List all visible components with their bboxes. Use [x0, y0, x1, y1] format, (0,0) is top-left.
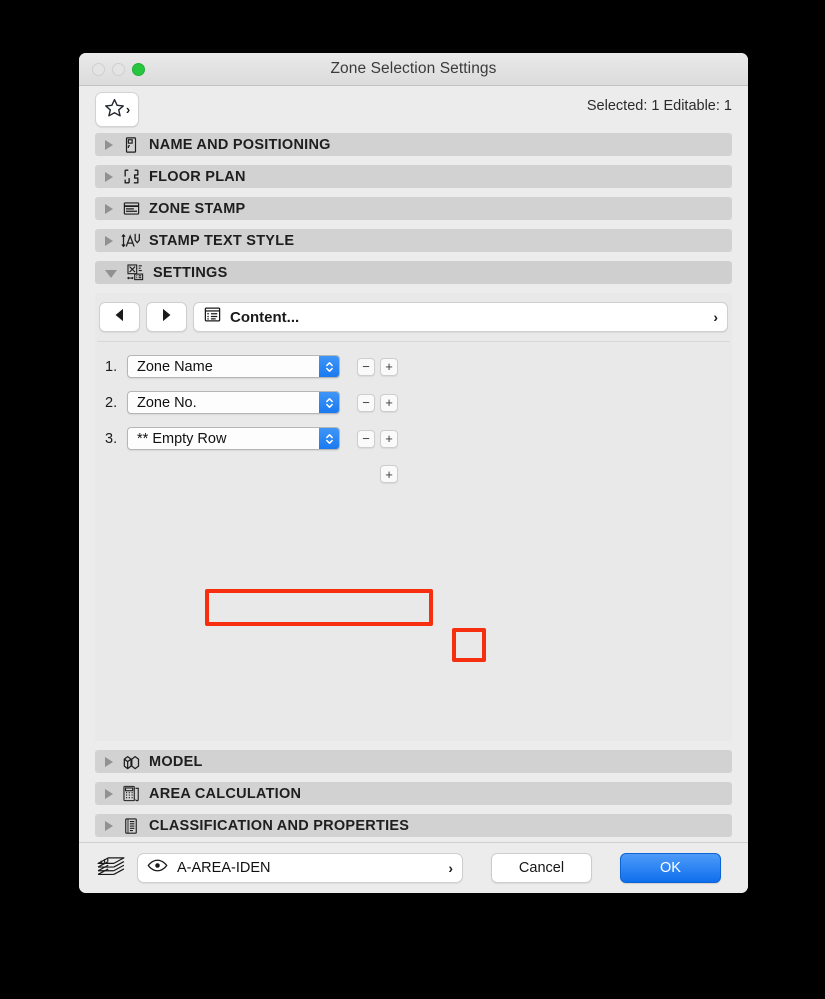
triangle-left-icon [114, 308, 125, 327]
selection-status: Selected: 1 Editable: 1 [586, 98, 732, 114]
divider [97, 341, 730, 342]
dropdown-value: Zone No. [137, 394, 197, 411]
chevron-right-icon[interactable] [105, 788, 113, 799]
chevron-updown-icon[interactable] [319, 428, 339, 449]
chevron-right-icon[interactable] [105, 756, 113, 767]
text-style-icon [121, 231, 141, 251]
section-classification-and-properties[interactable]: CLASSIFICATION AND PROPERTIES [95, 814, 732, 837]
section-label: CLASSIFICATION AND PROPERTIES [149, 817, 410, 834]
section-label: STAMP TEXT STYLE [149, 232, 295, 249]
favorites-button[interactable]: › [95, 92, 139, 127]
row-number: 3. [105, 430, 118, 447]
content-navigation-bar: Content... › [95, 302, 732, 332]
cancel-button[interactable]: Cancel [491, 853, 592, 883]
add-row-button[interactable]: + [380, 393, 398, 412]
section-label: NAME AND POSITIONING [149, 136, 331, 153]
layer-selector[interactable]: A-AREA-IDEN › [137, 853, 463, 883]
calculator-icon [121, 784, 141, 804]
add-new-row-area: + [95, 465, 732, 483]
section-area-calculation[interactable]: AREA CALCULATION [95, 782, 732, 805]
section-stamp-text-style[interactable]: STAMP TEXT STYLE [95, 229, 732, 252]
zone-stamp-icon [121, 199, 141, 219]
cube-model-icon [121, 752, 141, 772]
row-stepper-group: − + [357, 357, 398, 376]
content-field-dropdown-3[interactable]: ** Empty Row [127, 427, 340, 450]
chevron-right-icon[interactable] [105, 171, 113, 182]
floor-plan-icon [121, 167, 141, 187]
section-floor-plan[interactable]: FLOOR PLAN [95, 165, 732, 188]
section-model[interactable]: MODEL [95, 750, 732, 773]
chevron-updown-icon[interactable] [319, 356, 339, 377]
section-zone-stamp[interactable]: ZONE STAMP [95, 197, 732, 220]
door-panel-icon [121, 135, 141, 155]
document-list-icon [121, 816, 141, 836]
chevron-down-icon[interactable] [105, 270, 117, 278]
content-row: 3. ** Empty Row − + [95, 427, 732, 450]
next-page-button[interactable] [146, 302, 187, 332]
window-title: Zone Selection Settings [330, 60, 497, 77]
chevron-right-icon[interactable] [105, 820, 113, 831]
content-field-dropdown-2[interactable]: Zone No. [127, 391, 340, 414]
layers-stack-icon[interactable] [95, 855, 127, 881]
settings-content-pane: Content... › 1. Zone Name − + 2. Zone No… [95, 293, 732, 741]
row-number: 1. [105, 358, 118, 375]
content-field-dropdown-1[interactable]: Zone Name [127, 355, 340, 378]
chevron-right-icon[interactable]: › [713, 309, 718, 325]
remove-row-button[interactable]: − [357, 429, 375, 448]
section-name-and-positioning[interactable]: NAME AND POSITIONING [95, 133, 732, 156]
eye-icon[interactable] [147, 858, 168, 878]
section-label: ZONE STAMP [149, 200, 246, 217]
section-label: MODEL [149, 753, 203, 770]
chevron-updown-icon[interactable] [319, 392, 339, 413]
list-content-icon [203, 305, 222, 329]
favorites-chevron-icon: › [125, 102, 131, 117]
content-row: 1. Zone Name − + [95, 355, 732, 378]
ok-button[interactable]: OK [620, 853, 721, 883]
window-title-bar: Zone Selection Settings [79, 53, 748, 86]
row-stepper-group: − + [357, 393, 398, 412]
dialog-footer: A-AREA-IDEN › Cancel OK [79, 842, 748, 893]
layer-name: A-AREA-IDEN [177, 860, 271, 876]
chevron-right-icon[interactable]: › [448, 860, 453, 876]
dropdown-value: ** Empty Row [137, 430, 227, 447]
dialog-toolbar: › Selected: 1 Editable: 1 [79, 86, 748, 133]
remove-row-button[interactable]: − [357, 393, 375, 412]
add-row-button[interactable]: + [380, 429, 398, 448]
settings-body: NAME AND POSITIONING FLOOR PLAN ZONE STA… [79, 133, 748, 842]
zone-selection-settings-window: Zone Selection Settings › Selected: 1 Ed… [79, 53, 748, 893]
remove-row-button[interactable]: − [357, 357, 375, 376]
add-row-group: + [357, 465, 398, 483]
section-label: SETTINGS [153, 264, 228, 281]
section-label: AREA CALCULATION [149, 785, 302, 802]
section-settings[interactable]: SETTINGS [95, 261, 732, 284]
content-page-label: Content... [230, 308, 300, 326]
chevron-right-icon[interactable] [105, 139, 113, 150]
chevron-right-icon[interactable] [105, 235, 113, 246]
settings-grid-icon [125, 263, 145, 283]
previous-page-button[interactable] [99, 302, 140, 332]
star-icon [104, 97, 125, 123]
row-number: 2. [105, 394, 118, 411]
content-row: 2. Zone No. − + [95, 391, 732, 414]
chevron-right-icon[interactable] [105, 203, 113, 214]
add-new-row-button[interactable]: + [380, 465, 398, 483]
section-label: FLOOR PLAN [149, 168, 246, 185]
triangle-right-icon [161, 308, 172, 327]
row-stepper-group: − + [357, 429, 398, 448]
dropdown-value: Zone Name [137, 358, 213, 375]
add-row-button[interactable]: + [380, 357, 398, 376]
content-page-selector[interactable]: Content... › [193, 302, 728, 332]
